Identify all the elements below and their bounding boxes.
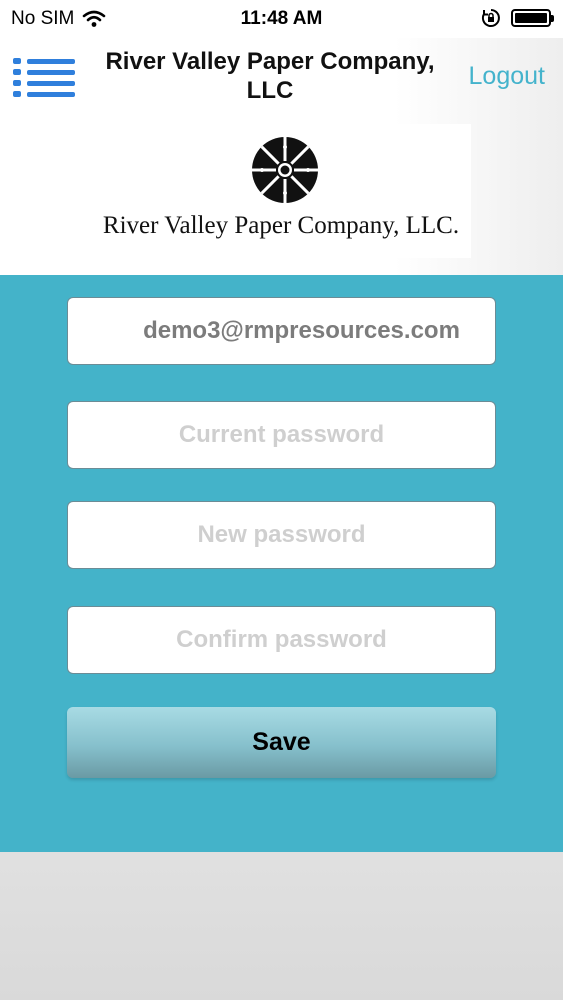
orientation-lock-icon <box>481 9 500 27</box>
menu-row <box>13 69 75 75</box>
page-title: River Valley Paper Company, LLC <box>105 48 435 104</box>
status-right <box>481 8 554 28</box>
battery-icon <box>511 9 554 27</box>
save-button[interactable]: Save <box>67 707 496 778</box>
email-field[interactable] <box>67 297 496 365</box>
company-logo-card: River Valley Paper Company, LLC. <box>91 124 471 258</box>
menu-row <box>13 91 75 97</box>
confirm-password-field[interactable] <box>67 606 496 674</box>
battery-fill <box>515 13 547 23</box>
flower-logo-icon <box>252 137 318 203</box>
status-time: 11:48 AM <box>240 8 323 29</box>
company-logo-text: River Valley Paper Company, LLC. <box>102 212 460 239</box>
change-password-panel: Save <box>0 275 563 852</box>
menu-row <box>13 58 75 64</box>
logout-button[interactable]: Logout <box>469 62 545 91</box>
menu-row <box>13 80 75 86</box>
status-bar: No SIM 11:48 AM <box>0 0 563 38</box>
new-password-field[interactable] <box>67 501 496 569</box>
current-password-field[interactable] <box>67 401 496 469</box>
hamburger-menu-icon[interactable] <box>13 58 75 100</box>
app-header: River Valley Paper Company, LLC Logout R… <box>0 38 563 278</box>
